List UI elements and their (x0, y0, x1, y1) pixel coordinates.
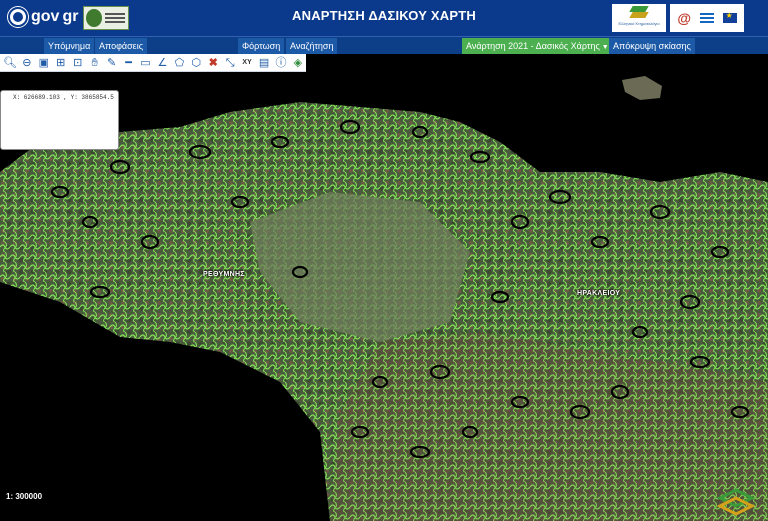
ktimatologio-mark-icon (627, 6, 651, 20)
zoom-out-icon[interactable]: ⊖ (19, 55, 35, 71)
print-icon[interactable]: ▤ (256, 55, 272, 71)
layer-select-dropdown[interactable]: Ανάρτηση 2021 - Δασικός Χάρτης ▼ (462, 38, 613, 54)
greek-flag-icon (699, 13, 714, 23)
caret-down-icon: ▼ (601, 44, 609, 51)
coordinates-readout: X: 626689.103 , Y: 3865854.5 (13, 94, 114, 101)
measure-polygon-icon[interactable]: ▭ (138, 55, 154, 71)
coordinates-panel: X: 626689.103 , Y: 3865854.5 (0, 90, 119, 150)
header-bar: gov gr ΑΝΑΡΤΗΣΗ ΔΑΣΙΚΟΥ ΧΑΡΤΗ Ελληνικό Κτ… (0, 0, 768, 36)
goto-xy-icon[interactable]: XY (239, 55, 255, 71)
menu-bar: Υπόμνημα Αποφάσεις Φόρτωση Αναζήτηση Ανά… (0, 36, 768, 54)
menu-legend[interactable]: Υπόμνημα (44, 38, 95, 54)
menu-search[interactable]: Αναζήτηση (286, 38, 338, 54)
map-toolbar: 🔍︎ ⊖ ▣ ⊞ ⊡ ✋︎ ✎ ━ ▭ ∠ ⬠ ⬡ ✖ ⤡ XY ▤ ⓘ ◈ (0, 54, 306, 72)
map-label-irakleiou: ΗΡΑΚΛΕΙΟΥ (577, 290, 621, 297)
measure-angle-icon[interactable]: ∠ (154, 55, 170, 71)
measure-line-icon[interactable]: ━ (121, 55, 137, 71)
pan-icon[interactable]: ✋︎ (87, 55, 103, 71)
layer-select-label: Ανάρτηση 2021 - Δασικός Χάρτης (466, 41, 600, 51)
ktimatologio-caption: Ελληνικό Κτηματολόγιο (618, 21, 660, 26)
layers-icon[interactable]: ◈ (290, 55, 306, 71)
draw-shape-icon[interactable]: ⬠ (171, 55, 187, 71)
menu-decisions[interactable]: Αποφάσεις (95, 38, 148, 54)
zoom-in-icon[interactable]: 🔍︎ (2, 55, 18, 71)
ktimatologio-watermark-icon (716, 488, 756, 516)
full-extent-icon[interactable]: ▣ (36, 55, 52, 71)
select-icon[interactable]: ⤡ (222, 55, 238, 71)
digital-greece-icon: @ (677, 10, 692, 26)
hide-shading-button[interactable]: Απόκρυψη σκίασης (609, 38, 695, 54)
eu-funding-logos: @ (670, 4, 744, 32)
zoom-previous-icon[interactable]: ⊡ (70, 55, 86, 71)
menu-load[interactable]: Φόρτωση (238, 38, 285, 54)
map-scale: 1: 300000 (6, 492, 43, 501)
forest-map-app: gov gr ΑΝΑΡΤΗΣΗ ΔΑΣΙΚΟΥ ΧΑΡΤΗ Ελληνικό Κτ… (0, 0, 768, 521)
eu-flag-icon (722, 11, 737, 23)
zoom-box-icon[interactable]: ⊞ (53, 55, 69, 71)
dia-island (622, 76, 662, 100)
clear-icon[interactable]: ✖ (205, 55, 221, 71)
map-label-rethymnis: ΡΕΘΥΜΝΗΣ (203, 271, 245, 278)
ktimatologio-logo: Ελληνικό Κτηματολόγιο (612, 4, 666, 32)
info-icon[interactable]: ⓘ (273, 55, 289, 71)
polygon-select-icon[interactable]: ⬡ (188, 55, 204, 71)
identify-icon[interactable]: ✎ (104, 55, 120, 71)
